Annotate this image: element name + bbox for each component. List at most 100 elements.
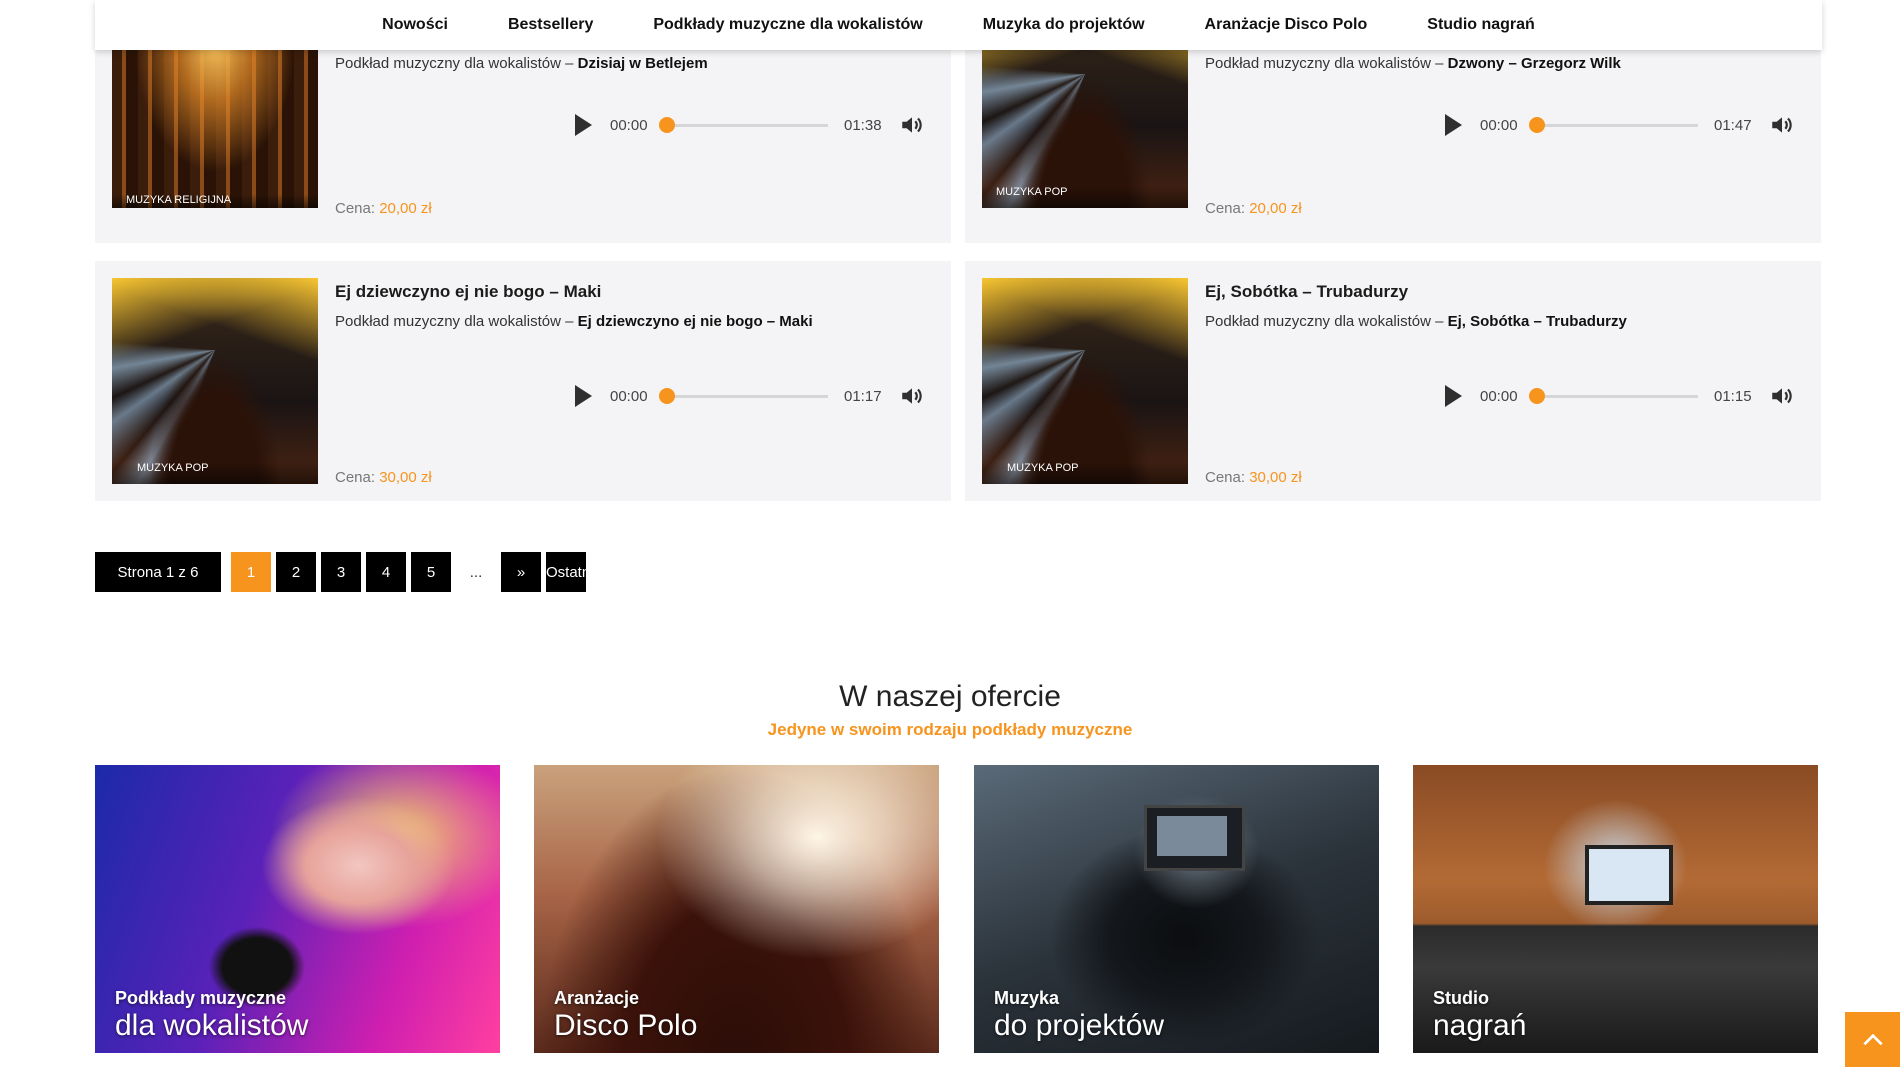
product-description: Podkład muzyczny dla wokalistów – Dzisia…: [335, 55, 708, 72]
tile-caption-line1: Studio: [1433, 988, 1489, 1008]
audio-progress-knob[interactable]: [1529, 116, 1545, 133]
product-price: Cena: 20,00 zł: [335, 200, 432, 217]
offer-tile-recording-studio[interactable]: Studio nagrań: [1413, 765, 1818, 1053]
offer-tile-disco-polo[interactable]: Aranżacje Disco Polo: [534, 765, 939, 1053]
product-description-prefix: Podkład muzyczny dla wokalistów –: [1205, 55, 1448, 72]
studio-monitor-image: [1585, 845, 1673, 905]
product-description: Podkład muzyczny dla wokalistów – Ej dzi…: [335, 313, 813, 330]
product-category-label: MUZYKA RELIGIJNA: [112, 194, 318, 208]
nav-item-nowosci[interactable]: Nowości: [382, 16, 448, 34]
tile-caption-line2: nagrań: [1433, 1009, 1527, 1042]
main-navigation: Nowości Bestsellery Podkłady muzyczne dl…: [95, 0, 1822, 50]
product-card: MUZYKA POP Ej, Sobótka – Trubadurzy Podk…: [965, 261, 1821, 501]
audio-progress-knob[interactable]: [659, 387, 675, 404]
volume-icon[interactable]: [899, 383, 925, 409]
product-price: Cena: 20,00 zł: [1205, 200, 1302, 217]
audio-player: 00:00 01:15: [1435, 381, 1795, 411]
audio-player: 00:00 01:38: [565, 110, 925, 140]
price-label: Cena:: [335, 200, 380, 217]
nav-item-studio[interactable]: Studio nagrań: [1427, 16, 1535, 34]
audio-current-time: 00:00: [610, 387, 648, 405]
audio-current-time: 00:00: [1480, 387, 1518, 405]
page-link-5[interactable]: 5: [411, 552, 451, 592]
tile-caption-line2: dla wokalistów: [115, 1009, 309, 1042]
product-category-label: MUZYKA POP: [982, 186, 1188, 208]
product-category-label: MUZYKA POP: [112, 462, 318, 484]
tile-caption-line2: do projektów: [994, 1009, 1165, 1042]
last-page-button[interactable]: Ostatnia: [546, 552, 586, 592]
nav-item-bestsellery[interactable]: Bestsellery: [508, 16, 593, 34]
volume-icon[interactable]: [1769, 112, 1795, 138]
play-icon[interactable]: [575, 114, 592, 136]
next-page-button[interactable]: »: [501, 552, 541, 592]
audio-progress-track[interactable]: [1529, 116, 1698, 133]
audio-player: 00:00 01:47: [1435, 110, 1795, 140]
page-link-2[interactable]: 2: [276, 552, 316, 592]
price-label: Cena:: [1205, 200, 1250, 217]
product-category-label: MUZYKA POP: [982, 462, 1188, 484]
product-price: Cena: 30,00 zł: [1205, 469, 1302, 486]
tile-caption-line2: Disco Polo: [554, 1009, 698, 1042]
play-icon[interactable]: [1445, 385, 1462, 407]
product-price: Cena: 30,00 zł: [335, 469, 432, 486]
product-description: Podkład muzyczny dla wokalistów – Dzwony…: [1205, 55, 1621, 72]
tile-caption-line1: Muzyka: [994, 988, 1060, 1008]
nav-item-disco-polo[interactable]: Aranżacje Disco Polo: [1205, 16, 1368, 34]
tile-caption: Podkłady muzyczne dla wokalistów: [115, 988, 308, 1043]
product-title[interactable]: Ej, Sobótka – Trubadurzy: [1205, 282, 1408, 302]
product-description-prefix: Podkład muzyczny dla wokalistów –: [335, 55, 578, 72]
pagination-info: Strona 1 z 6: [95, 552, 221, 592]
concert-image: [982, 278, 1188, 484]
audio-progress-track[interactable]: [1529, 387, 1698, 404]
audio-progress-knob[interactable]: [1529, 387, 1545, 404]
audio-total-time: 01:38: [844, 116, 882, 134]
product-card: MUZYKA POP Ej dziewczyno ej nie bogo – M…: [95, 261, 951, 501]
volume-icon[interactable]: [1769, 383, 1795, 409]
audio-progress-knob[interactable]: [659, 116, 675, 133]
price-label: Cena:: [1205, 469, 1250, 486]
page-link-1[interactable]: 1: [231, 552, 271, 592]
scroll-to-top-button[interactable]: [1845, 1012, 1900, 1067]
audio-current-time: 00:00: [610, 116, 648, 134]
audio-progress-track[interactable]: [659, 387, 828, 404]
concert-image: [112, 278, 318, 484]
nav-item-podklady[interactable]: Podkłady muzyczne dla wokalistów: [653, 16, 922, 34]
audio-progress-track[interactable]: [659, 116, 828, 133]
tile-caption: Muzyka do projektów: [994, 988, 1164, 1043]
price-value: 30,00 zł: [379, 469, 432, 486]
offer-subtitle: Jedyne w swoim rodzaju podkłady muzyczne: [767, 720, 1133, 739]
nav-item-muzyka-projekty[interactable]: Muzyka do projektów: [983, 16, 1145, 34]
audio-total-time: 01:47: [1714, 116, 1752, 134]
product-description-prefix: Podkład muzyczny dla wokalistów –: [1205, 313, 1448, 330]
page-link-3[interactable]: 3: [321, 552, 361, 592]
volume-icon[interactable]: [899, 112, 925, 138]
product-description-name: Ej, Sobótka – Trubadurzy: [1447, 313, 1627, 330]
price-value: 20,00 zł: [1249, 200, 1302, 217]
price-value: 30,00 zł: [1249, 469, 1302, 486]
pagination-dots: ...: [469, 563, 483, 581]
product-description: Podkład muzyczny dla wokalistów – Ej, So…: [1205, 313, 1627, 330]
play-icon[interactable]: [575, 385, 592, 407]
tile-caption: Aranżacje Disco Polo: [554, 988, 697, 1043]
offer-tile-project-music[interactable]: Muzyka do projektów: [974, 765, 1379, 1053]
play-icon[interactable]: [1445, 114, 1462, 136]
price-label: Cena:: [335, 469, 380, 486]
audio-total-time: 01:17: [844, 387, 882, 405]
offer-title: W naszej ofercie: [839, 680, 1061, 713]
tile-caption: Studio nagrań: [1433, 988, 1526, 1043]
product-description-name: Dzisiaj w Betlejem: [577, 55, 708, 72]
product-description-name: Dzwony – Grzegorz Wilk: [1447, 55, 1621, 72]
tile-caption-line1: Podkłady muzyczne: [115, 988, 287, 1008]
product-thumbnail[interactable]: MUZYKA POP: [982, 278, 1188, 484]
product-description-name: Ej dziewczyno ej nie bogo – Maki: [577, 313, 813, 330]
price-value: 20,00 zł: [379, 200, 432, 217]
product-thumbnail[interactable]: MUZYKA POP: [112, 278, 318, 484]
audio-player: 00:00 01:17: [565, 381, 925, 411]
product-description-prefix: Podkład muzyczny dla wokalistów –: [335, 313, 578, 330]
offer-tile-vocal-backing[interactable]: Podkłady muzyczne dla wokalistów: [95, 765, 500, 1053]
tile-caption-line1: Aranżacje: [554, 988, 640, 1008]
page-link-4[interactable]: 4: [366, 552, 406, 592]
product-title[interactable]: Ej dziewczyno ej nie bogo – Maki: [335, 282, 601, 302]
camera-image: [1144, 805, 1245, 871]
chevron-up-icon: [1862, 1033, 1883, 1045]
